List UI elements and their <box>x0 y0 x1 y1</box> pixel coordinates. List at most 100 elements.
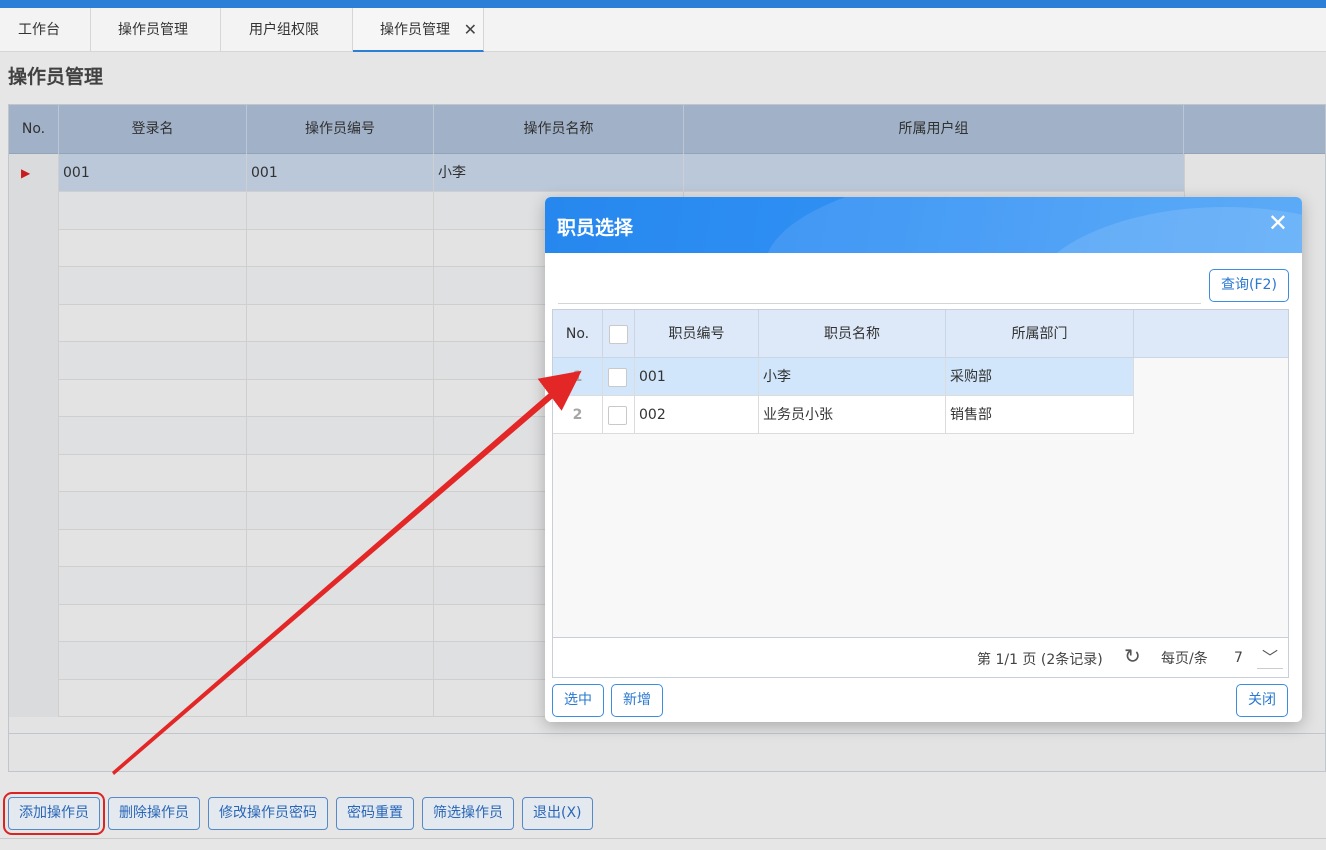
table-cell-empty <box>59 454 247 492</box>
row-number: 2 <box>553 396 603 434</box>
table-cell-empty <box>9 679 59 717</box>
table-header: No. 登录名 操作员编号 操作员名称 所属用户组 <box>9 105 1325 154</box>
cell-dept: 采购部 <box>946 358 1134 396</box>
col-header-name[interactable]: 职员名称 <box>759 310 946 358</box>
table-cell-empty <box>59 679 247 717</box>
tab-label: 用户组权限 <box>249 22 319 38</box>
cell-code: 002 <box>635 396 759 434</box>
table-cell-empty <box>59 604 247 642</box>
tab-label: 工作台 <box>18 22 60 38</box>
exit-button[interactable]: 退出(X) <box>522 797 593 830</box>
dialog-title: 职员选择 <box>557 217 634 239</box>
col-header-login[interactable]: 登录名 <box>59 105 247 154</box>
cell-login: 001 <box>59 154 247 192</box>
table-footer <box>9 733 1325 771</box>
tab-operator-management[interactable]: 操作员管理 <box>91 8 221 52</box>
table-row[interactable]: 2 002 业务员小张 销售部 <box>553 396 1134 434</box>
table-row[interactable]: ▶ 001 001 小李 <box>9 154 1185 192</box>
table-cell-empty <box>59 641 247 680</box>
add-operator-button[interactable]: 添加操作员 <box>3 792 105 835</box>
row-indicator-icon: ▶ <box>21 166 31 180</box>
table-cell-empty <box>59 266 247 305</box>
table-cell-empty <box>9 566 59 605</box>
row-checkbox-cell[interactable] <box>603 358 635 396</box>
employee-table: No. 职员编号 职员名称 所属部门 1 001 小李 采购部 2 002 业务… <box>552 309 1289 638</box>
tab-label: 操作员管理 <box>380 22 450 38</box>
page-title: 操作员管理 <box>8 66 104 88</box>
top-accent-bar <box>0 0 1326 8</box>
employee-select-dialog: 职员选择 ✕ 查询(F2) No. 职员编号 职员名称 所属部门 1 001 小… <box>545 197 1302 722</box>
tab-bar: 工作台 操作员管理 用户组权限 操作员管理 ✕ <box>0 8 1326 52</box>
table-cell-empty <box>9 304 59 342</box>
table-cell-empty <box>9 416 59 455</box>
tab-workbench[interactable]: 工作台 <box>0 8 91 52</box>
table-cell-empty <box>9 454 59 492</box>
table-cell-empty <box>59 491 247 530</box>
col-header-no[interactable]: No. <box>553 310 603 358</box>
row-number: 1 <box>553 358 603 396</box>
per-page-value[interactable]: 7 <box>1234 650 1243 666</box>
new-button[interactable]: 新增 <box>611 684 663 717</box>
table-cell-empty <box>59 341 247 380</box>
table-cell-empty <box>59 529 247 567</box>
cell-group <box>684 154 1185 192</box>
row-checkbox-cell[interactable] <box>603 396 635 434</box>
col-header-code[interactable]: 职员编号 <box>635 310 759 358</box>
pagination-bar: 第 1/1 页 (2条记录) ↻ 每页/条 7 ﹀ <box>552 638 1289 678</box>
bottom-toolbar: 添加操作员 删除操作员 修改操作员密码 密码重置 筛选操作员 退出(X) <box>3 792 593 835</box>
table-cell-empty <box>247 341 434 380</box>
table-cell-empty <box>247 191 434 230</box>
table-cell-empty <box>247 454 434 492</box>
table-cell-empty <box>9 491 59 530</box>
change-password-button[interactable]: 修改操作员密码 <box>208 797 328 830</box>
col-header-group[interactable]: 所属用户组 <box>684 105 1184 154</box>
table-cell-empty <box>59 416 247 455</box>
table-cell-empty <box>9 529 59 567</box>
select-all-checkbox[interactable] <box>609 324 628 344</box>
col-header-no[interactable]: No. <box>9 105 59 154</box>
row-checkbox[interactable] <box>608 405 627 425</box>
cell-name: 小李 <box>759 358 946 396</box>
table-cell-empty <box>9 604 59 642</box>
table-cell-empty <box>247 529 434 567</box>
table-cell-empty <box>247 416 434 455</box>
table-cell-empty <box>247 266 434 305</box>
cell-dept: 销售部 <box>946 396 1134 434</box>
table-cell-empty <box>59 379 247 417</box>
col-header-checkbox[interactable] <box>603 310 635 358</box>
select-button[interactable]: 选中 <box>552 684 604 717</box>
table-cell-empty <box>9 641 59 680</box>
table-cell-empty <box>9 341 59 380</box>
table-row[interactable]: 1 001 小李 采购部 <box>553 358 1134 396</box>
per-page-label: 每页/条 <box>1161 651 1208 667</box>
row-checkbox[interactable] <box>608 367 627 387</box>
close-icon[interactable]: ✕ <box>464 8 477 52</box>
divider <box>0 838 1326 839</box>
tab-label: 操作员管理 <box>118 22 188 38</box>
reset-password-button[interactable]: 密码重置 <box>336 797 414 830</box>
table-cell-empty <box>247 491 434 530</box>
col-header-dept[interactable]: 所属部门 <box>946 310 1134 358</box>
table-cell-empty <box>9 266 59 305</box>
dialog-header: 职员选择 ✕ <box>545 197 1302 253</box>
search-input[interactable] <box>558 303 1201 304</box>
table-cell-empty <box>247 229 434 267</box>
table-cell-empty <box>59 566 247 605</box>
filter-operator-button[interactable]: 筛选操作员 <box>422 797 514 830</box>
table-cell-empty <box>9 229 59 267</box>
table-cell-empty <box>59 304 247 342</box>
chevron-down-icon[interactable]: ﹀ <box>1257 644 1283 669</box>
col-header-code[interactable]: 操作员编号 <box>247 105 434 154</box>
col-header-name[interactable]: 操作员名称 <box>434 105 684 154</box>
cell-code: 001 <box>635 358 759 396</box>
tab-user-group-permissions[interactable]: 用户组权限 <box>221 8 353 52</box>
refresh-icon[interactable]: ↻ <box>1124 644 1141 668</box>
query-button[interactable]: 查询(F2) <box>1209 269 1289 302</box>
tab-operator-management-active[interactable]: 操作员管理 ✕ <box>353 8 484 52</box>
close-icon[interactable]: ✕ <box>1268 209 1288 237</box>
table-cell-empty <box>247 304 434 342</box>
close-button[interactable]: 关闭 <box>1236 684 1288 717</box>
delete-operator-button[interactable]: 删除操作员 <box>108 797 200 830</box>
page-info: 第 1/1 页 (2条记录) <box>977 652 1103 668</box>
table-cell-empty <box>9 379 59 417</box>
